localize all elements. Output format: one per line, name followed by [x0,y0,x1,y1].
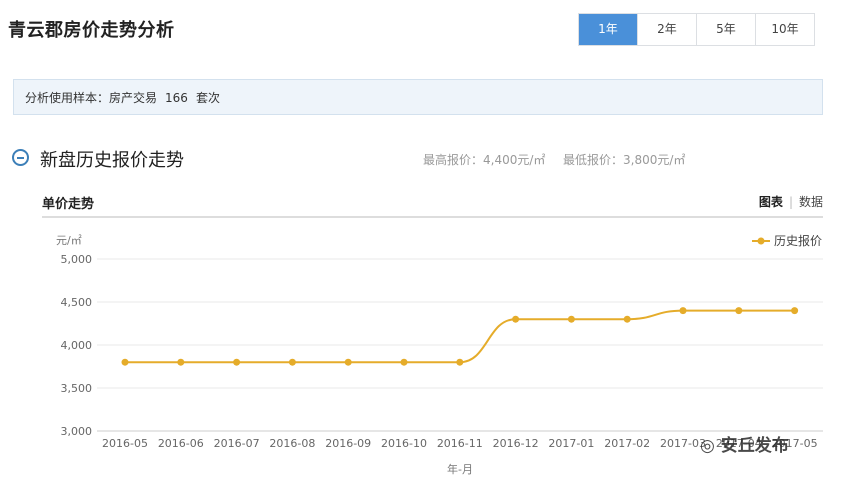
x-axis-label: 年-月 [447,462,473,476]
legend-label: 历史报价 [774,233,822,248]
data-point[interactable] [344,358,352,366]
data-point[interactable] [177,358,185,366]
x-tick-label: 2017-02 [604,437,650,450]
data-point[interactable] [512,315,520,323]
data-point[interactable] [121,358,129,366]
series-line-history-price [124,309,795,364]
data-point[interactable] [791,307,799,315]
x-tick-label: 2016-09 [325,437,371,450]
x-tick-label: 2016-08 [269,437,315,450]
x-tick-label: 2016-06 [158,437,204,450]
data-point[interactable] [400,358,408,366]
data-point[interactable] [456,358,464,366]
watermark-logo: ◎ 安丘发布 [700,436,789,456]
y-tick-label: 3,000 [61,425,93,438]
x-tick-label: 2016-05 [102,437,148,450]
y-axis-ticks: 3,000 3,500 4,000 4,500 5,000 [61,253,93,438]
y-axis-unit: 元/㎡ [56,234,82,247]
y-tick-label: 3,500 [61,382,93,395]
x-tick-label: 2016-10 [381,437,427,450]
data-point[interactable] [567,315,575,323]
watermark-text: 安丘发布 [720,436,789,456]
x-tick-label: 2016-11 [437,437,483,450]
chart-legend[interactable]: 历史报价 [752,233,822,248]
y-tick-label: 5,000 [61,253,93,266]
y-tick-label: 4,000 [61,339,93,352]
y-tick-label: 4,500 [61,296,93,309]
legend-marker [757,237,765,245]
x-tick-label: 2016-12 [493,437,539,450]
data-point[interactable] [623,315,631,323]
data-point[interactable] [735,307,743,315]
series-points [121,307,799,366]
x-tick-label: 2017-01 [548,437,594,450]
data-point[interactable] [679,307,687,315]
x-tick-label: 2016-07 [214,437,260,450]
chart-grid [97,258,823,432]
data-point[interactable] [233,358,241,366]
data-point[interactable] [288,358,296,366]
price-trend-chart: 3,000 3,500 4,000 4,500 5,000 2016-05 2016-06… [56,233,823,476]
